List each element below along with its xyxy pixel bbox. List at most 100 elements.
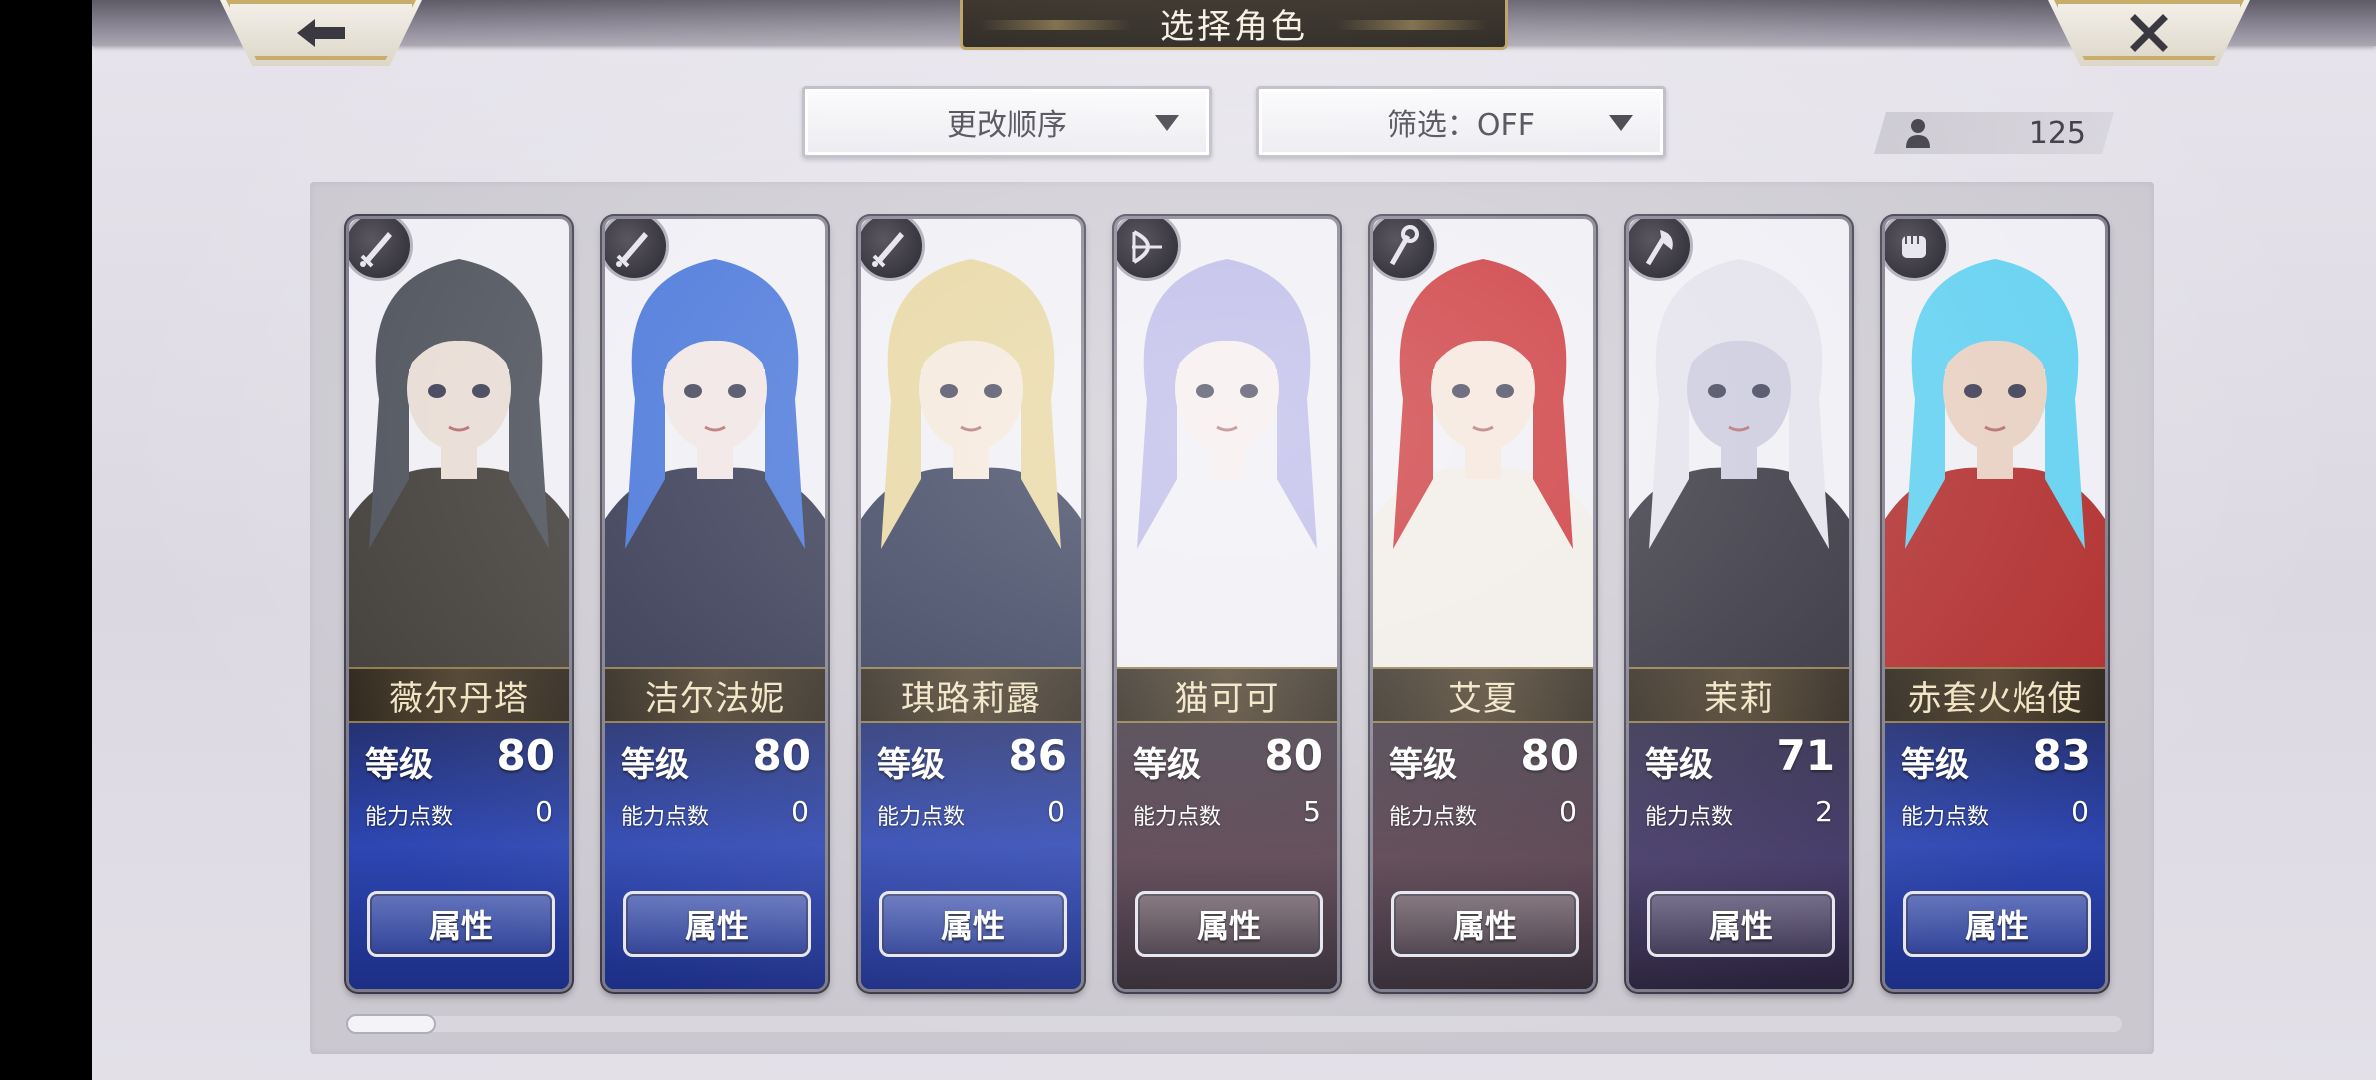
character-stats: 等级 71 能力点数 2 属性 (1629, 723, 1849, 989)
character-name: 茉莉 (1704, 678, 1774, 719)
chevron-down-icon (1609, 115, 1633, 131)
ability-points-value: 0 (1559, 795, 1577, 828)
character-name-plate: 茉莉 (1629, 667, 1849, 723)
attribute-button-label: 属性 (1964, 907, 2029, 945)
ability-points-value: 0 (2071, 795, 2089, 828)
level-value: 71 (1776, 731, 1835, 780)
character-stats: 等级 80 能力点数 0 属性 (1373, 723, 1593, 989)
ability-points-label: 能力点数 (1133, 805, 1222, 830)
ability-points-value: 0 (1047, 795, 1065, 828)
ability-points-label: 能力点数 (877, 805, 966, 830)
person-icon (1906, 119, 1930, 148)
character-portrait (1629, 219, 1849, 667)
sort-order-label: 更改顺序 (947, 108, 1067, 143)
attribute-button[interactable]: 属性 (1135, 891, 1323, 957)
level-label: 等级 (1645, 745, 1713, 785)
ability-points-label: 能力点数 (621, 805, 710, 830)
left-arrow-icon (297, 19, 345, 47)
attribute-button-label: 属性 (940, 907, 1005, 945)
axe-icon (1645, 230, 1673, 266)
attribute-button-label: 属性 (1196, 907, 1261, 945)
ability-points-value: 0 (791, 795, 809, 828)
level-label: 等级 (877, 745, 945, 785)
attribute-button-label: 属性 (428, 907, 493, 945)
scrollbar-thumb[interactable] (346, 1014, 436, 1034)
character-name-plate: 艾夏 (1373, 667, 1593, 723)
level-label: 等级 (1901, 745, 1969, 785)
attribute-button[interactable]: 属性 (1647, 891, 1835, 957)
character-name-plate: 猫可可 (1117, 667, 1337, 723)
character-portrait (1373, 219, 1593, 667)
ability-points-label: 能力点数 (365, 805, 454, 830)
character-card[interactable]: 茉莉 等级 71 能力点数 2 属性 (1626, 216, 1852, 992)
sword-icon (616, 232, 648, 268)
fist-icon (1902, 236, 1926, 258)
character-name: 猫可可 (1174, 678, 1280, 719)
character-card[interactable]: 赤套火焰使 等级 83 能力点数 0 属性 (1882, 216, 2108, 992)
character-name-plate: 琪路莉露 (861, 667, 1081, 723)
attribute-button-label: 属性 (1708, 907, 1773, 945)
attribute-button[interactable]: 属性 (367, 891, 555, 957)
level-value: 80 (1520, 731, 1579, 780)
attribute-button-label: 属性 (684, 907, 749, 945)
level-value: 86 (1008, 731, 1067, 780)
character-portrait (861, 219, 1081, 667)
character-name-plate: 洁尔法妮 (605, 667, 825, 723)
character-portrait (1117, 219, 1337, 667)
attribute-button[interactable]: 属性 (1391, 891, 1579, 957)
character-count-value: 125 (2028, 116, 2086, 151)
bow-icon (1132, 230, 1162, 264)
character-card[interactable]: 洁尔法妮 等级 80 能力点数 0 属性 (602, 216, 828, 992)
ability-points-label: 能力点数 (1389, 805, 1478, 830)
character-portrait (605, 219, 825, 667)
character-name-plate: 薇尔丹塔 (349, 667, 569, 723)
character-portrait (1885, 219, 2105, 667)
level-value: 83 (2032, 731, 2091, 780)
ability-points-value: 5 (1303, 795, 1321, 828)
level-value: 80 (752, 731, 811, 780)
attribute-button-label: 属性 (1452, 907, 1517, 945)
level-value: 80 (1264, 731, 1323, 780)
character-select-screen: 选择角色 更改顺序 筛选：OFF 125 薇尔丹塔 等级 80 能力点数 0 属… (92, 0, 2376, 1080)
attribute-button[interactable]: 属性 (879, 891, 1067, 957)
back-button[interactable] (220, 0, 422, 66)
level-label: 等级 (1389, 745, 1457, 785)
horizontal-scrollbar[interactable] (346, 1014, 2122, 1034)
close-x-icon (2130, 14, 2168, 52)
sword-icon (872, 232, 904, 268)
character-stats: 等级 80 能力点数 5 属性 (1117, 723, 1337, 989)
character-card[interactable]: 猫可可 等级 80 能力点数 5 属性 (1114, 216, 1340, 992)
chevron-down-icon (1155, 115, 1179, 131)
character-count: 125 (1874, 112, 2114, 154)
character-name: 艾夏 (1448, 678, 1518, 719)
character-name: 洁尔法妮 (645, 678, 785, 719)
character-list-panel: 薇尔丹塔 等级 80 能力点数 0 属性 洁尔法妮 等级 80 能力点数 0 属… (310, 182, 2154, 1054)
close-button[interactable] (2048, 0, 2250, 66)
character-card[interactable]: 艾夏 等级 80 能力点数 0 属性 (1370, 216, 1596, 992)
character-portrait (349, 219, 569, 667)
attribute-button[interactable]: 属性 (1903, 891, 2091, 957)
staff-icon (1389, 225, 1419, 266)
character-name: 赤套火焰使 (1907, 678, 2083, 719)
ability-points-label: 能力点数 (1901, 805, 1990, 830)
level-label: 等级 (365, 745, 433, 785)
attribute-button[interactable]: 属性 (623, 891, 811, 957)
ability-points-label: 能力点数 (1645, 805, 1734, 830)
level-label: 等级 (621, 745, 689, 785)
character-stats: 等级 86 能力点数 0 属性 (861, 723, 1081, 989)
character-name-plate: 赤套火焰使 (1885, 667, 2105, 723)
character-stats: 等级 80 能力点数 0 属性 (605, 723, 825, 989)
character-card[interactable]: 琪路莉露 等级 86 能力点数 0 属性 (858, 216, 1084, 992)
page-title-text: 选择角色 (1160, 7, 1308, 47)
character-name: 琪路莉露 (901, 678, 1041, 719)
level-value: 80 (496, 731, 555, 780)
ability-points-value: 0 (535, 795, 553, 828)
sword-icon (360, 232, 392, 268)
sort-order-dropdown[interactable]: 更改顺序 (802, 86, 1212, 158)
character-stats: 等级 80 能力点数 0 属性 (349, 723, 569, 989)
character-stats: 等级 83 能力点数 0 属性 (1885, 723, 2105, 989)
character-card[interactable]: 薇尔丹塔 等级 80 能力点数 0 属性 (346, 216, 572, 992)
filter-label: 筛选：OFF (1386, 108, 1536, 143)
page-title: 选择角色 (960, 0, 1508, 50)
filter-dropdown[interactable]: 筛选：OFF (1256, 86, 1666, 158)
